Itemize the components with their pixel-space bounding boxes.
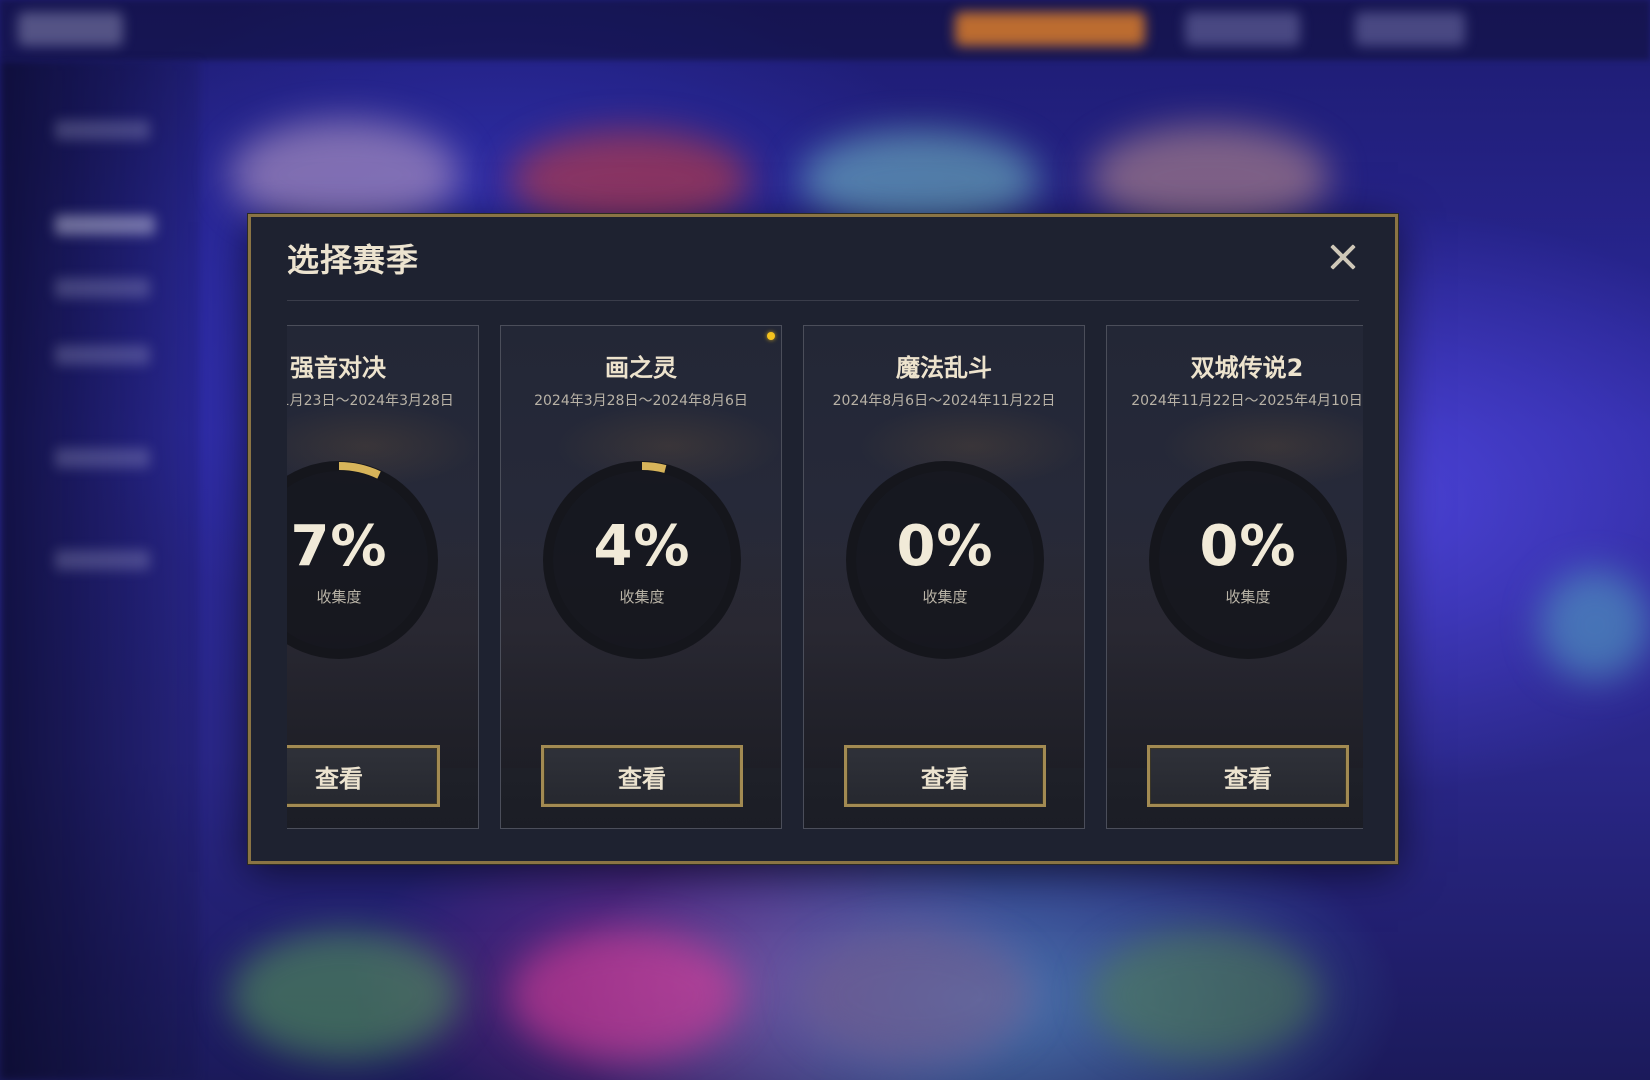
season-dates: 2024年11月22日～2025年4月10日 (1131, 393, 1363, 409)
collection-percent: 4% (593, 514, 691, 579)
background-sidebar-item (55, 215, 155, 235)
season-carousel[interactable]: 强音对决 2023年11月23日～2024年3月28日 7% 收集度 查看 画之… (287, 325, 1363, 831)
background-sidebar-item (55, 448, 150, 468)
dialog-title: 选择赛季 (287, 241, 420, 279)
background-avatar (1540, 570, 1650, 680)
background-top-button (955, 12, 1145, 46)
view-button[interactable]: 查看 (541, 745, 743, 807)
background-sidebar-item (55, 120, 150, 140)
season-card[interactable]: 画之灵 2024年3月28日～2024年8月6日 4% 收集度 查看 (500, 325, 782, 829)
collection-progress-ring: 7% 收集度 (287, 458, 441, 662)
background-card (800, 930, 1030, 1060)
divider (287, 300, 1359, 301)
collection-progress-ring: 0% 收集度 (1146, 458, 1350, 662)
season-card[interactable]: 魔法乱斗 2024年8月6日～2024年11月22日 0% 收集度 查看 (803, 325, 1085, 829)
collection-percent: 7% (290, 514, 388, 579)
collection-percent: 0% (896, 514, 994, 579)
season-dates: 2023年11月23日～2024年3月28日 (287, 393, 454, 409)
collection-label: 收集度 (619, 588, 665, 606)
background-top-button (1185, 12, 1300, 46)
season-name: 强音对决 (290, 354, 386, 382)
season-name: 双城传说2 (1190, 354, 1304, 382)
background-sidebar-item (55, 345, 150, 365)
background-sidebar (0, 60, 200, 1080)
background-card (510, 930, 740, 1060)
season-name: 画之灵 (605, 354, 677, 382)
collection-percent: 0% (1199, 514, 1297, 579)
collection-label: 收集度 (316, 588, 362, 606)
new-indicator-dot (767, 332, 775, 340)
background-sidebar-item (55, 278, 150, 298)
view-button[interactable]: 查看 (287, 745, 440, 807)
season-dates: 2024年3月28日～2024年8月6日 (534, 393, 748, 409)
background-top-button (1355, 12, 1465, 46)
close-icon[interactable] (1325, 239, 1361, 275)
view-button[interactable]: 查看 (844, 745, 1046, 807)
collection-label: 收集度 (1225, 588, 1271, 606)
background-logo (18, 12, 123, 46)
view-button[interactable]: 查看 (1147, 745, 1349, 807)
select-season-dialog: 选择赛季 强音对决 2023年11月23日～2024年3月28日 7% 收集度 … (248, 214, 1398, 864)
season-card[interactable]: 强音对决 2023年11月23日～2024年3月28日 7% 收集度 查看 (287, 325, 479, 829)
collection-progress-ring: 0% 收集度 (843, 458, 1047, 662)
season-dates: 2024年8月6日～2024年11月22日 (832, 393, 1056, 409)
season-name: 魔法乱斗 (896, 354, 992, 382)
collection-label: 收集度 (922, 588, 968, 606)
background-card (1090, 930, 1320, 1060)
background-sidebar-item (55, 550, 150, 570)
collection-progress-ring: 4% 收集度 (540, 458, 744, 662)
season-card[interactable]: 双城传说2 2024年11月22日～2025年4月10日 0% 收集度 查看 (1106, 325, 1363, 829)
background-card (230, 930, 460, 1060)
